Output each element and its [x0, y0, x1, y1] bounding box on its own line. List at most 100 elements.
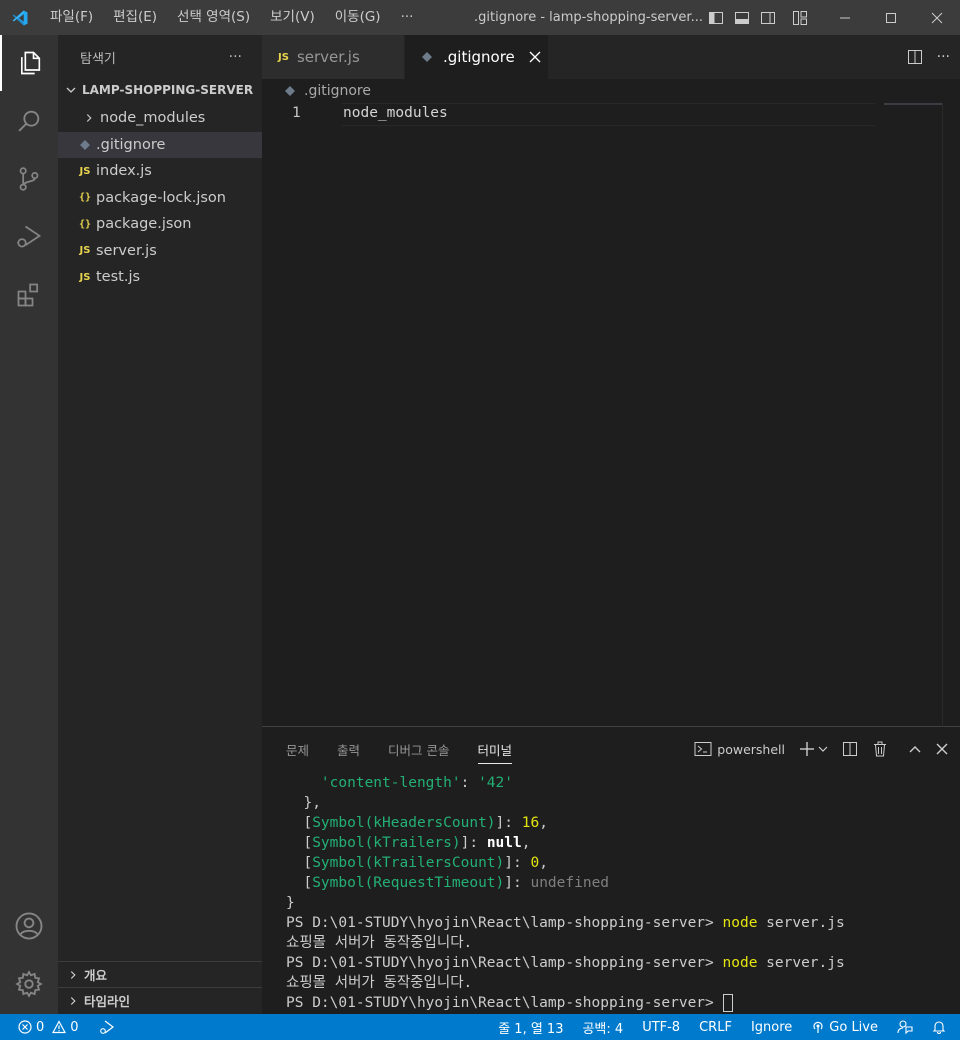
- tree-item-label: test.js: [96, 269, 141, 286]
- toggle-panel-icon[interactable]: [732, 8, 752, 28]
- tab-debug-console[interactable]: 디버그 콘솔: [388, 740, 449, 759]
- tree-item-node-modules[interactable]: node_modules: [58, 105, 262, 132]
- menu-bar: 파일(F) 편집(E) 선택 영역(S) 보기(V) 이동(G) ···: [40, 0, 423, 35]
- explorer-title: 탐색기: [80, 51, 116, 67]
- toggle-sidebar-icon[interactable]: [706, 8, 726, 28]
- activity-bar: [0, 35, 58, 1014]
- terminal-text: 'content-length': [320, 775, 461, 791]
- terminal-text: null: [486, 835, 522, 851]
- status-left: 0 0: [0, 1014, 115, 1040]
- run-debug-icon[interactable]: [0, 209, 58, 265]
- terminal-prompt: PS D:\01-STUDY\hyojin\React\lamp-shoppin…: [286, 915, 723, 931]
- search-icon[interactable]: [0, 93, 58, 149]
- tab-server-js[interactable]: JS server.js: [262, 35, 405, 79]
- terminal-command: node: [722, 915, 758, 931]
- tree-item-index-js[interactable]: JS index.js: [58, 158, 262, 185]
- menu-selection[interactable]: 선택 영역(S): [167, 0, 260, 35]
- more-actions-icon[interactable]: ···: [229, 49, 242, 65]
- terminal-line: 쇼핑몰 서버가 동작중입니다.: [286, 935, 473, 951]
- js-icon: JS: [79, 245, 91, 257]
- indentation[interactable]: 공백: 4: [582, 1018, 623, 1037]
- terminal-text: '42': [478, 775, 513, 791]
- chevron-down-icon: [66, 87, 76, 93]
- settings-gear-icon[interactable]: [0, 956, 58, 1012]
- terminal-line: [Symbol(RequestTimeout)]: undefined: [286, 875, 610, 891]
- language-mode[interactable]: Ignore: [751, 1020, 792, 1035]
- minimize-icon[interactable]: [822, 0, 868, 35]
- close-window-icon[interactable]: [914, 0, 960, 35]
- feedback-icon[interactable]: [897, 1019, 913, 1035]
- trash-icon[interactable]: [872, 741, 888, 757]
- timeline-section[interactable]: 타임라인: [58, 987, 262, 1013]
- chevron-right-icon: [78, 111, 100, 125]
- customize-layout-icon[interactable]: [790, 8, 810, 28]
- breadcrumb[interactable]: .gitignore: [262, 79, 371, 103]
- tab-gitignore[interactable]: .gitignore: [405, 35, 549, 79]
- go-live-label: Go Live: [829, 1019, 878, 1035]
- terminal-line: [Symbol(kTrailersCount)]: 0,: [286, 855, 548, 871]
- title-bar: 파일(F) 편집(E) 선택 영역(S) 보기(V) 이동(G) ··· .gi…: [0, 0, 960, 35]
- code-line[interactable]: node_modules: [343, 105, 448, 121]
- accounts-icon[interactable]: [0, 898, 58, 954]
- terminal-cursor: [722, 994, 733, 1012]
- new-terminal-icon[interactable]: [799, 741, 828, 757]
- outline-section[interactable]: 개요: [58, 961, 262, 987]
- menu-file[interactable]: 파일(F): [40, 0, 103, 35]
- terminal-command-arg: server.js: [757, 955, 845, 971]
- maximize-panel-icon[interactable]: [908, 742, 922, 756]
- explorer-header: 탐색기 ···: [58, 35, 262, 79]
- editor-scrollbar[interactable]: [942, 103, 943, 725]
- tab-output[interactable]: 출력: [337, 740, 360, 759]
- terminal-selector[interactable]: powershell: [694, 741, 785, 757]
- run-debug-status-icon[interactable]: [99, 1019, 115, 1035]
- split-editor-icon[interactable]: [907, 49, 923, 65]
- tab-label: .gitignore: [443, 48, 515, 66]
- terminal-text: 16: [521, 815, 540, 831]
- terminal-text: :: [460, 775, 479, 791]
- problems-indicator[interactable]: 0 0: [18, 1020, 79, 1035]
- file-encoding[interactable]: UTF-8: [642, 1020, 680, 1035]
- terminal-command: node: [722, 955, 758, 971]
- terminal-line: },: [286, 795, 321, 811]
- menu-go[interactable]: 이동(G): [325, 0, 391, 35]
- tree-item-test-js[interactable]: JS test.js: [58, 264, 262, 291]
- menu-more[interactable]: ···: [391, 0, 424, 35]
- panel-actions: powershell: [694, 727, 948, 771]
- notifications-bell-icon[interactable]: [932, 1020, 946, 1034]
- bottom-panel: 문제 출력 디버그 콘솔 터미널 powershell 'content-len…: [262, 726, 960, 1014]
- tree-item-server-js[interactable]: JS server.js: [58, 238, 262, 265]
- explorer-icon[interactable]: [0, 35, 58, 91]
- split-terminal-icon[interactable]: [842, 741, 858, 757]
- maximize-icon[interactable]: [868, 0, 914, 35]
- timeline-label: 타임라인: [84, 994, 131, 1009]
- terminal-line: [Symbol(kTrailers)]: null,: [286, 835, 531, 851]
- editor-tabs: JS server.js .gitignore ···: [262, 35, 960, 79]
- end-of-line[interactable]: CRLF: [699, 1020, 732, 1035]
- tab-terminal[interactable]: 터미널: [477, 735, 513, 764]
- tree-item-gitignore[interactable]: .gitignore: [58, 131, 262, 158]
- tree-item-package-lock-json[interactable]: {} package-lock.json: [58, 185, 262, 212]
- tree-item-label: package-lock.json: [96, 189, 226, 206]
- status-right: 줄 1, 열 13 공백: 4 UTF-8 CRLF Ignore Go Liv…: [498, 1014, 946, 1040]
- tree-item-package-json[interactable]: {} package.json: [58, 211, 262, 238]
- error-icon: [18, 1020, 32, 1034]
- code-editor[interactable]: 1 node_modules: [262, 103, 942, 725]
- toggle-secondary-sidebar-icon[interactable]: [758, 8, 778, 28]
- extensions-icon[interactable]: [0, 267, 58, 323]
- close-tab-icon[interactable]: [529, 51, 541, 63]
- terminal-output[interactable]: 'content-length': '42' }, [Symbol(kHeade…: [286, 773, 845, 1013]
- menu-view[interactable]: 보기(V): [260, 0, 325, 35]
- cursor-position[interactable]: 줄 1, 열 13: [498, 1018, 563, 1037]
- workspace-folder[interactable]: LAMP-SHOPPING-SERVER: [58, 79, 262, 101]
- terminal-line: [Symbol(kHeadersCount)]: 16,: [286, 815, 548, 831]
- diamond-icon: [421, 51, 433, 63]
- tab-problems[interactable]: 문제: [286, 740, 309, 759]
- menu-edit[interactable]: 편집(E): [103, 0, 167, 35]
- go-live-button[interactable]: Go Live: [811, 1020, 878, 1035]
- tree-item-label: package.json: [96, 216, 192, 233]
- close-panel-icon[interactable]: [936, 743, 948, 755]
- terminal-line: }: [286, 895, 295, 911]
- broadcast-icon: [813, 1021, 823, 1033]
- source-control-icon[interactable]: [0, 151, 58, 207]
- more-actions-icon[interactable]: ···: [937, 49, 950, 65]
